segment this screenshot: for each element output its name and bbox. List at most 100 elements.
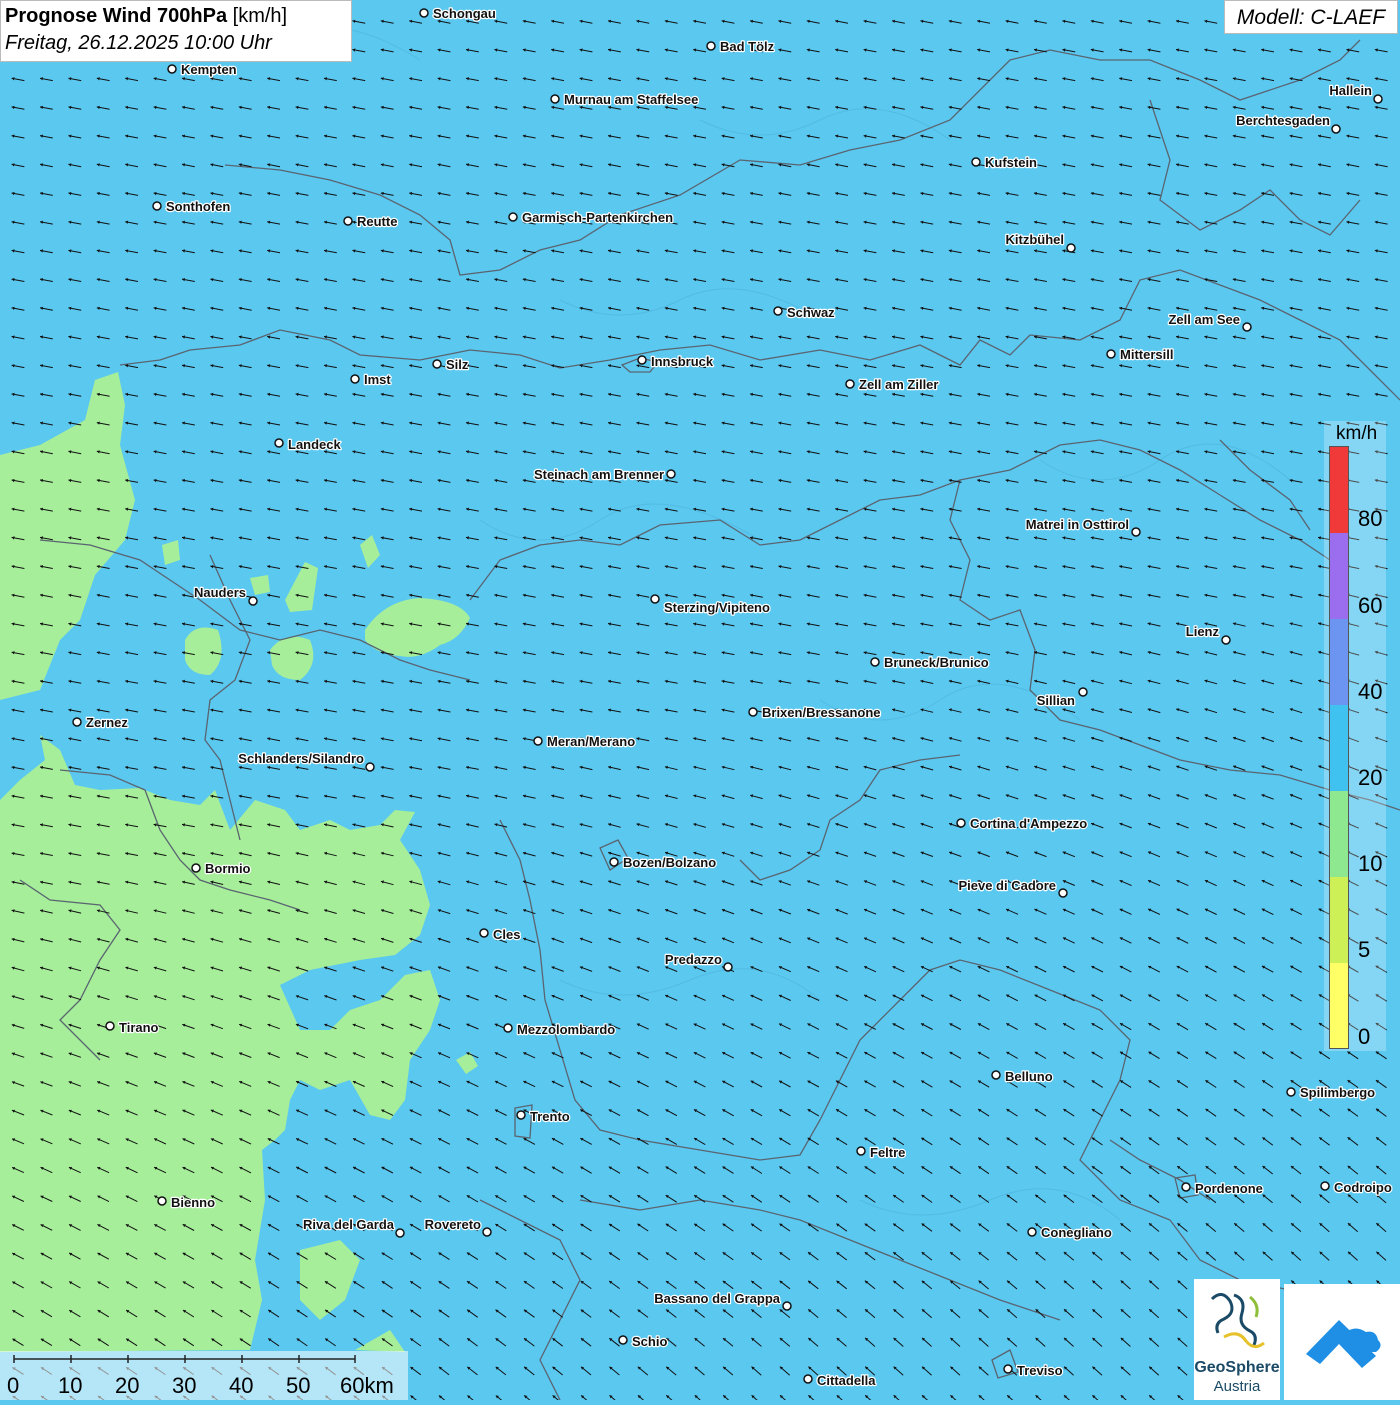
forecast-app-icon (1306, 1320, 1381, 1368)
city-label: Cortina d'Ampezzo (970, 816, 1087, 831)
city-marker: Pordenone (1181, 1180, 1264, 1197)
model-label: Modell: C-LAEF (1224, 0, 1398, 34)
city-label: Belluno (1005, 1069, 1053, 1084)
city-label: Murnau am Staffelsee (564, 92, 698, 107)
legend-segment-60 (1330, 533, 1348, 619)
city-label: Bassano del Grappa (654, 1291, 780, 1306)
city-label: Feltre (870, 1145, 905, 1160)
city-marker: Bruneck/Brunico (870, 654, 990, 671)
city-marker: Brixen/Bressanone (748, 704, 882, 721)
geosphere-logo-line1: GeoSphere (1194, 1359, 1280, 1376)
color-legend: km/h 80 60 40 20 10 5 0 (1324, 421, 1386, 1051)
city-label: Bormio (205, 861, 251, 876)
city-label: Imst (364, 372, 391, 387)
title-box: Prognose Wind 700hPa [km/h] Freitag, 26.… (0, 0, 352, 62)
city-label: Zell am See (1168, 312, 1240, 327)
city-label: Schio (632, 1334, 667, 1349)
city-label: Tirano (119, 1020, 159, 1035)
legend-tick: 0 (1358, 1024, 1371, 1049)
city-label: Zell am Ziller (859, 377, 938, 392)
scale-label: 10 (58, 1373, 83, 1398)
legend-segment-5 (1330, 877, 1348, 963)
scale-bar: 0 10 20 30 40 50 60km (0, 1351, 408, 1400)
geosphere-logo-icon (1210, 1293, 1265, 1348)
city-label: Garmisch-Partenkirchen (522, 210, 673, 225)
city-marker: Garmisch-Partenkirchen (508, 209, 674, 226)
city-marker: Conegliano (1027, 1224, 1113, 1241)
city-label: Landeck (288, 437, 342, 452)
forecast-app-logo (1284, 1284, 1400, 1400)
city-label: Schwaz (787, 305, 835, 320)
city-label: Mittersill (1120, 347, 1173, 362)
city-label: Berchtesgaden (1236, 113, 1330, 128)
city-label: Meran/Merano (547, 734, 635, 749)
legend-tick: 20 (1358, 765, 1383, 790)
city-label: Spilimbergo (1300, 1085, 1375, 1100)
city-label: Predazzo (665, 952, 722, 967)
city-label: Brixen/Bressanone (762, 705, 881, 720)
city-marker: Steinach am Brenner (533, 466, 676, 483)
city-label: Rovereto (425, 1217, 481, 1232)
city-label: Hallein (1329, 83, 1372, 98)
scale-label: 40 (229, 1373, 254, 1398)
legend-segment-80 (1330, 447, 1348, 533)
city-label: Pordenone (1195, 1181, 1263, 1196)
legend-tick: 5 (1358, 937, 1371, 962)
city-label: Cles (493, 927, 520, 942)
city-label: Lienz (1186, 624, 1220, 639)
city-label: Cittadella (817, 1373, 876, 1388)
forecast-time: Freitag, 26.12.2025 10:00 Uhr (5, 32, 272, 54)
city-label: Sterzing/Vipiteno (664, 600, 770, 615)
city-label: Kempten (181, 62, 237, 77)
legend-tick: 80 (1358, 506, 1383, 531)
city-label: Bozen/Bolzano (623, 855, 716, 870)
city-label: Kitzbühel (1006, 232, 1065, 247)
city-label: Trento (530, 1109, 570, 1124)
city-label: Matrei in Osttirol (1026, 517, 1129, 532)
city-marker: Cortina d'Ampezzo (956, 815, 1088, 832)
city-label: Silz (446, 357, 469, 372)
city-label: Treviso (1017, 1363, 1063, 1378)
scale-label: 60km (340, 1373, 394, 1398)
legend-segment-0 (1330, 963, 1348, 1048)
city-marker: Bozen/Bolzano (609, 854, 717, 871)
city-label: Sonthofen (166, 199, 230, 214)
legend-tick: 10 (1358, 851, 1383, 876)
city-label: Bruneck/Brunico (884, 655, 989, 670)
legend-segment-20 (1330, 705, 1348, 791)
geosphere-logo: GeoSphere Austria (1194, 1279, 1280, 1400)
city-label: Riva del Garda (303, 1217, 395, 1232)
legend-segment-10 (1330, 791, 1348, 877)
city-marker: Meran/Merano (533, 733, 636, 750)
scale-label: 20 (115, 1373, 140, 1398)
scale-label: 30 (172, 1373, 197, 1398)
scale-label: 50 (286, 1373, 311, 1398)
city-label: Reutte (357, 214, 397, 229)
city-label: Schlanders/Silandro (238, 751, 364, 766)
city-label: Conegliano (1041, 1225, 1112, 1240)
city-label: Bienno (171, 1195, 215, 1210)
city-label: Mezzolombardo (517, 1022, 615, 1037)
city-label: Zernez (86, 715, 128, 730)
city-label: Pieve di Cadore (958, 878, 1056, 893)
legend-segment-40 (1330, 619, 1348, 705)
map-title: Prognose Wind 700hPa [km/h] (5, 3, 351, 29)
city-label: Bad Tölz (720, 39, 775, 54)
city-marker: Mezzolombardo (503, 1021, 616, 1038)
city-label: Nauders (194, 585, 246, 600)
city-marker: Murnau am Staffelsee (550, 91, 700, 108)
legend-tick: 40 (1358, 679, 1383, 704)
city-label: Sillian (1037, 693, 1075, 708)
city-label: Codroipo (1334, 1180, 1392, 1195)
scale-label: 0 (7, 1373, 20, 1398)
city-label: Schongau (433, 6, 496, 21)
legend-color-bar (1329, 446, 1349, 1049)
city-marker: Zell am Ziller (845, 376, 940, 393)
city-label: Steinach am Brenner (534, 467, 664, 482)
city-label: Innsbruck (651, 354, 714, 369)
map-title-unit: [km/h] (232, 5, 288, 27)
city-marker: Spilimbergo (1286, 1084, 1376, 1101)
map-title-main: Prognose Wind 700hPa (5, 5, 228, 27)
legend-unit: km/h (1336, 423, 1378, 444)
geosphere-logo-line2: Austria (1213, 1378, 1261, 1395)
